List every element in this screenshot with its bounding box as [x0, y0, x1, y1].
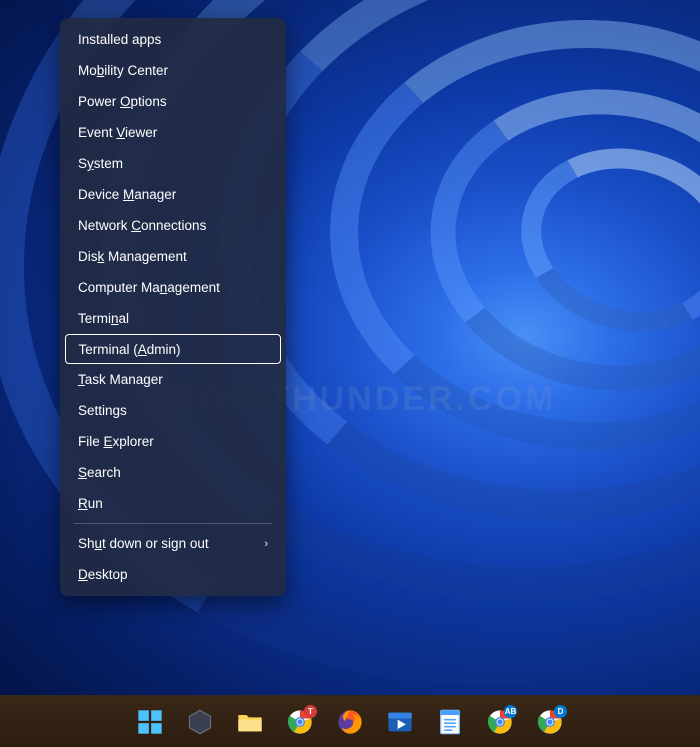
menu-item-run[interactable]: Run — [64, 488, 282, 519]
taskbar-media-player-icon[interactable] — [380, 702, 420, 742]
menu-item-power-options[interactable]: Power Options — [64, 86, 282, 117]
menu-item-label: Terminal (Admin) — [79, 342, 181, 357]
menu-item-label: Network Connections — [78, 218, 206, 233]
menu-separator — [74, 523, 272, 524]
menu-item-label: Shut down or sign out — [78, 536, 209, 551]
menu-item-label: File Explorer — [78, 434, 154, 449]
menu-item-event-viewer[interactable]: Event Viewer — [64, 117, 282, 148]
menu-item-label: Computer Management — [78, 280, 220, 295]
menu-item-mobility-center[interactable]: Mobility Center — [64, 55, 282, 86]
menu-item-label: Settings — [78, 403, 127, 418]
chevron-right-icon: › — [264, 538, 268, 550]
menu-item-label: Search — [78, 465, 121, 480]
menu-item-task-manager[interactable]: Task Manager — [64, 364, 282, 395]
menu-item-device-manager[interactable]: Device Manager — [64, 179, 282, 210]
menu-item-label: Installed apps — [78, 32, 161, 47]
notification-badge: AB — [504, 705, 517, 718]
menu-item-label: Run — [78, 496, 103, 511]
menu-item-computer-management[interactable]: Computer Management — [64, 272, 282, 303]
winx-context-menu: Installed apps Mobility Center Power Optio… — [60, 18, 286, 596]
menu-item-label: Device Manager — [78, 187, 176, 202]
taskbar-app-hexagon-icon[interactable] — [180, 702, 220, 742]
menu-item-label: Terminal — [78, 311, 129, 326]
taskbar-notepad-icon[interactable] — [430, 702, 470, 742]
menu-item-label: System — [78, 156, 123, 171]
menu-item-system[interactable]: System — [64, 148, 282, 179]
taskbar-chrome-icon[interactable]: AB — [480, 702, 520, 742]
taskbar-chrome-icon[interactable]: T — [280, 702, 320, 742]
menu-item-installed-apps[interactable]: Installed apps — [64, 24, 282, 55]
menu-item-search[interactable]: Search — [64, 457, 282, 488]
taskbar-file-explorer-icon[interactable] — [230, 702, 270, 742]
menu-item-label: Mobility Center — [78, 63, 168, 78]
menu-item-label: Disk Management — [78, 249, 187, 264]
menu-item-label: Desktop — [78, 567, 128, 582]
menu-item-label: Power Options — [78, 94, 167, 109]
menu-item-shut-down-or-sign-out[interactable]: Shut down or sign out › — [64, 528, 282, 559]
menu-item-settings[interactable]: Settings — [64, 395, 282, 426]
taskbar-chrome-icon[interactable]: D — [530, 702, 570, 742]
menu-item-terminal[interactable]: Terminal — [64, 303, 282, 334]
menu-item-file-explorer[interactable]: File Explorer — [64, 426, 282, 457]
menu-item-disk-management[interactable]: Disk Management — [64, 241, 282, 272]
menu-item-terminal-admin[interactable]: Terminal (Admin) — [65, 334, 281, 364]
notification-badge: T — [304, 705, 317, 718]
taskbar: T AB D — [0, 695, 700, 747]
menu-item-label: Event Viewer — [78, 125, 157, 140]
menu-item-network-connections[interactable]: Network Connections — [64, 210, 282, 241]
taskbar-firefox-icon[interactable] — [330, 702, 370, 742]
menu-item-desktop[interactable]: Desktop — [64, 559, 282, 590]
notification-badge: D — [554, 705, 567, 718]
menu-item-label: Task Manager — [78, 372, 163, 387]
taskbar-start-icon[interactable] — [130, 702, 170, 742]
